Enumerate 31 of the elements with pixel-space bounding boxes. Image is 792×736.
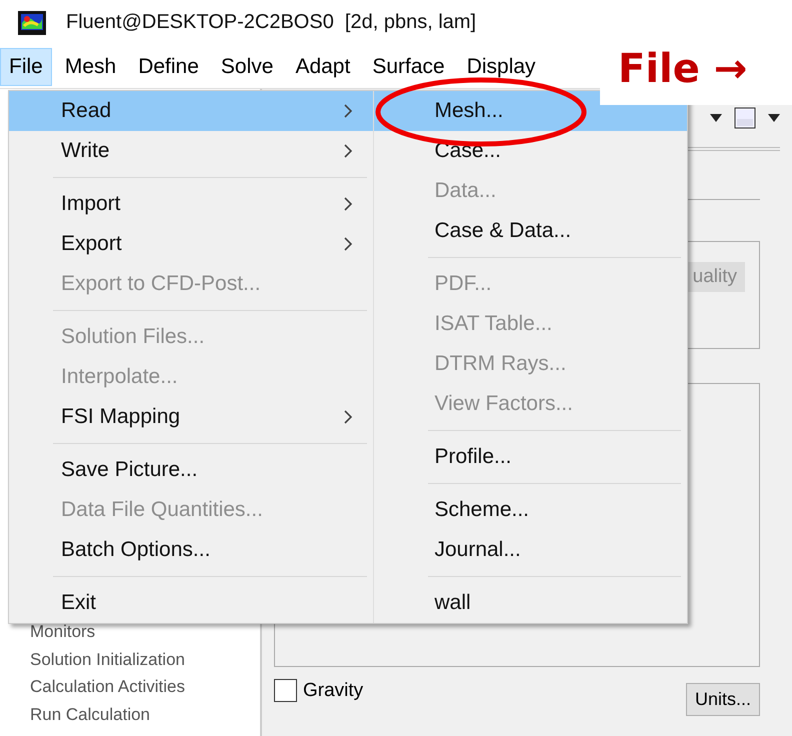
menu-item[interactable]: Write (9, 131, 374, 171)
dropdown-arrow-icon[interactable] (768, 114, 780, 122)
menu-item[interactable]: wall (374, 583, 687, 623)
menu-bar-item[interactable]: Solve (212, 48, 282, 86)
menu-item[interactable]: Import (9, 184, 374, 224)
tree-item[interactable]: Solution Initialization (30, 646, 260, 673)
window-title: Fluent@DESKTOP-2C2BOS0 [2d, pbns, lam] (66, 11, 476, 34)
menu-bar-item[interactable]: Surface (363, 48, 454, 86)
gravity-checkbox[interactable] (274, 679, 297, 702)
app-logo-icon (18, 10, 46, 34)
checkbox-label: Gravity (303, 680, 364, 702)
dropdown-arrow-icon[interactable] (710, 114, 722, 122)
menu-item[interactable]: FSI Mapping (9, 397, 374, 437)
units-button[interactable]: Units... (686, 683, 760, 716)
tree-item[interactable]: Run Calculation (30, 700, 260, 728)
menu-item[interactable]: Journal... (374, 530, 687, 570)
menu-item[interactable]: Exit (9, 583, 374, 623)
menu-item[interactable]: Profile... (374, 437, 687, 477)
menu-bar-item[interactable]: File (0, 48, 52, 86)
menu-item[interactable]: Read (9, 91, 374, 131)
menu-item[interactable]: Save Picture... (9, 450, 374, 490)
menu-item[interactable]: Export (9, 224, 374, 264)
menu-bar-item[interactable]: Mesh (56, 48, 126, 86)
menu-bar-item[interactable]: Display (458, 48, 545, 86)
menu-item[interactable]: Case & Data... (374, 211, 687, 251)
menu-bar-item[interactable]: Adapt (286, 48, 360, 86)
menu-item[interactable]: Batch Options... (9, 530, 374, 570)
display-window-icon[interactable] (734, 107, 756, 129)
menu-item[interactable]: Scheme... (374, 490, 687, 530)
tree-item[interactable]: Calculation Activities (30, 673, 260, 700)
menu-bar-item[interactable]: Define (129, 48, 208, 86)
